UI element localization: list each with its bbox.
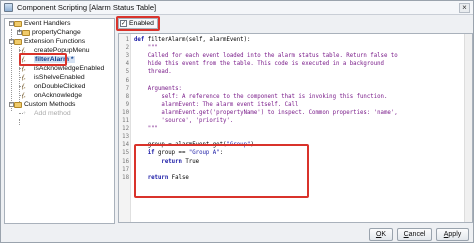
line-number: 2 [125, 45, 129, 52]
tree-item-ondoubleclicked[interactable]: fₓ onDoubleClicked [22, 82, 85, 91]
tree-item-label: isAcknowledgeEnabled [34, 65, 105, 72]
code-text: Arguments: [134, 85, 182, 93]
code-line: 3 Called for each event loaded into the … [119, 52, 459, 60]
code-token: Called for each event loaded into the al… [134, 53, 398, 60]
line-number: 9 [125, 101, 129, 108]
line-number: 8 [125, 93, 129, 100]
tree-item-label: onAcknowledge [34, 92, 82, 99]
line-number: 6 [125, 77, 129, 84]
code-text: 'source', 'priority'. [134, 117, 233, 125]
title-bar: Component Scripting [Alarm Status Table]… [1, 1, 473, 15]
code-line: 13 [119, 133, 459, 141]
folder-icon [14, 20, 22, 27]
code-text: self: A reference to the component that … [134, 93, 387, 101]
function-icon: fₓ [22, 74, 26, 81]
cancel-button[interactable]: Cancel [397, 228, 432, 241]
code-token: hide this event from the table. This cod… [134, 61, 384, 68]
tree-item-isshelveenabled[interactable]: fₓ isShelveEnabled [22, 73, 85, 82]
tree-item-onacknowledge[interactable]: fₓ onAcknowledge [22, 91, 82, 100]
line-number: 5 [125, 69, 129, 76]
code-line: 2 """ [119, 44, 459, 52]
tree-node-extension-functions[interactable]: Extension Functions [14, 37, 85, 46]
code-text: alarmEvent: The alarm event itself. Call [134, 101, 298, 109]
line-number: 16 [122, 158, 129, 165]
code-token: def [134, 37, 148, 43]
code-text: alarmEvent.get('propertyName') to inspec… [134, 109, 398, 117]
tree-item-label: isShelveEnabled [34, 74, 85, 81]
code-line: 11 'source', 'priority'. [119, 117, 459, 125]
line-number: 18 [122, 174, 129, 181]
ok-button[interactable]: OK [369, 228, 393, 241]
function-icon: fₓ [22, 65, 26, 72]
code-text: Called for each event loaded into the al… [134, 52, 398, 60]
code-token: thread. [134, 69, 172, 76]
component-scripting-window: Component Scripting [Alarm Status Table]… [0, 0, 474, 243]
tree-node-custom-methods[interactable]: Custom Methods [14, 100, 75, 109]
close-icon: × [462, 3, 467, 12]
apply-button[interactable]: Apply [436, 228, 469, 241]
folder-icon [22, 29, 30, 36]
code-text: def filterAlarm(self, alarmEvent): [134, 36, 250, 44]
close-button[interactable]: × [459, 3, 470, 13]
code-text: """ [134, 125, 158, 133]
code-token: Arguments: [134, 85, 182, 92]
code-editor[interactable]: 1 def filterAlarm(self, alarmEvent): 2 """… [118, 33, 473, 223]
ok-label: K [381, 231, 387, 238]
tree-node-event-handlers[interactable]: Event Handlers [14, 19, 70, 28]
app-icon [4, 3, 13, 12]
code-token: alarmEvent: The alarm event itself. Call [134, 101, 299, 108]
code-line: 8 self: A reference to the component tha… [119, 93, 459, 101]
code-line: 12 """ [119, 125, 459, 133]
line-number: 10 [122, 109, 129, 116]
function-icon: fₓ [22, 83, 26, 90]
code-token: """ [134, 45, 158, 52]
line-number: 15 [122, 150, 129, 157]
line-number: 1 [125, 37, 129, 43]
code-token: filterAlarm(self, alarmEvent): [147, 37, 251, 43]
tree-item-label: onDoubleClicked [34, 83, 86, 90]
code-line: 7 Arguments: [119, 85, 459, 93]
tree-node-label: propertyChange [32, 29, 81, 36]
tree-node-property-change[interactable]: propertyChange [22, 28, 81, 37]
code-line: 10 alarmEvent.get('propertyName') to ins… [119, 109, 459, 117]
code-token: 'source', 'priority'. [134, 118, 234, 124]
code-line: 4 hide this event from the table. This c… [119, 60, 459, 68]
code-text: hide this event from the table. This cod… [134, 60, 384, 68]
code-token: """ [134, 126, 158, 133]
code-text: thread. [134, 68, 172, 76]
editor-scrollbar[interactable] [464, 34, 472, 222]
tree-node-label: Custom Methods [24, 101, 76, 108]
script-tree-panel: − + − − Event Handlers propertyChange Ex… [4, 18, 115, 224]
line-number: 3 [125, 53, 129, 60]
cancel-label: ancel [408, 231, 426, 238]
folder-icon [14, 101, 22, 108]
line-number: 4 [125, 61, 129, 68]
code-line: 1 def filterAlarm(self, alarmEvent): [119, 36, 459, 44]
line-number: 7 [125, 85, 129, 92]
line-number: 17 [122, 166, 129, 173]
code-line: 9 alarmEvent: The alarm event itself. Ca… [119, 101, 459, 109]
code-text: """ [134, 44, 158, 52]
window-title: Component Scripting [Alarm Status Table] [17, 3, 157, 12]
tree-node-label: Extension Functions [24, 38, 86, 45]
line-number: 14 [122, 142, 129, 149]
add-method-icon: + [22, 110, 27, 117]
folder-icon [14, 38, 22, 45]
tree-node-label: Event Handlers [24, 20, 71, 27]
line-number: 13 [122, 134, 129, 141]
line-number: 12 [122, 126, 129, 133]
code-line: 5 thread. [119, 68, 459, 76]
function-icon: fₓ [22, 92, 26, 99]
code-token: alarmEvent.get('propertyName') to inspec… [134, 109, 398, 116]
tree-item-label: Add method [34, 110, 71, 117]
tree-item-add-method[interactable]: + Add method [22, 109, 71, 118]
code-highlight [134, 144, 309, 198]
enabled-highlight [116, 16, 160, 31]
code-token: self: A reference to the component that … [134, 93, 388, 100]
apply-label: pply [448, 231, 462, 238]
line-number: 11 [122, 118, 129, 124]
filteralarm-highlight [19, 53, 67, 66]
code-line: 6 [119, 77, 459, 85]
